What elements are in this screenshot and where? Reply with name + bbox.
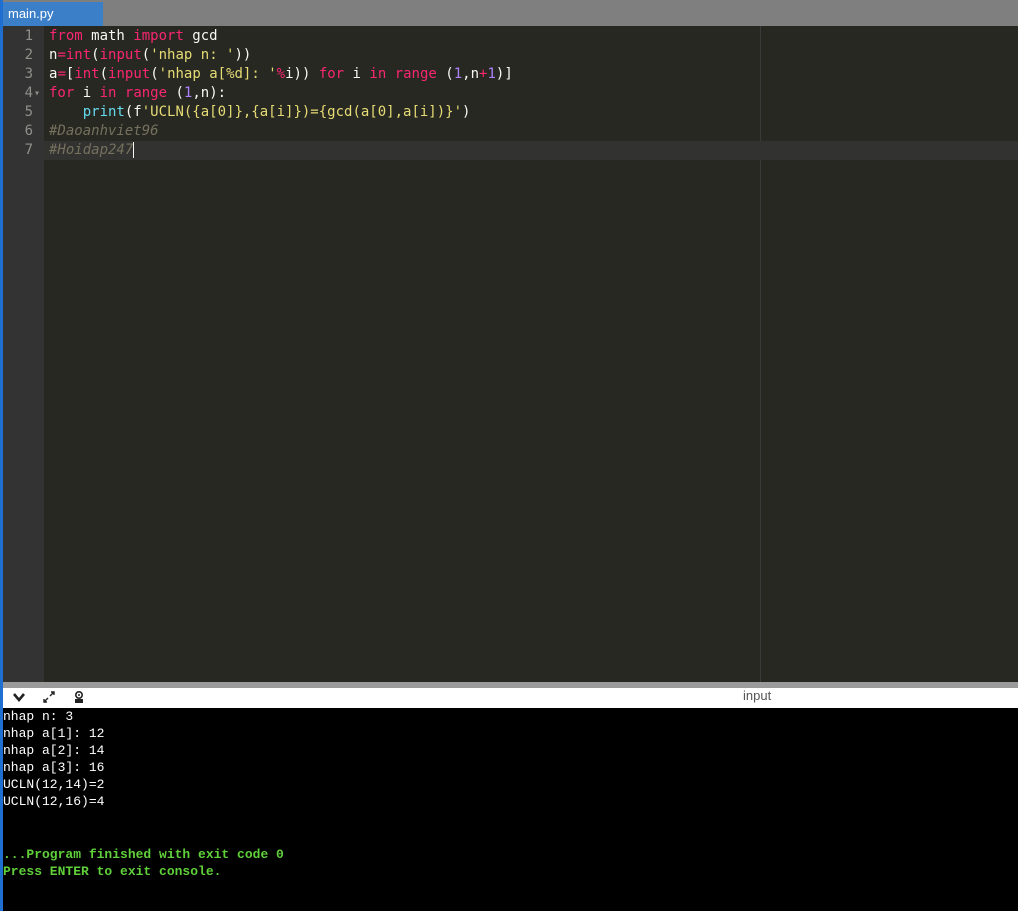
console-output-line: nhap a[3]: 16: [3, 760, 105, 775]
console-output-line: nhap a[1]: 12: [3, 726, 105, 741]
code-token: #Hoidap247: [49, 142, 134, 158]
console-status-line: ...Program finished with exit code 0: [3, 847, 284, 862]
code-token: input: [99, 47, 142, 63]
code-token: range: [394, 66, 437, 82]
code-token: import: [133, 28, 184, 44]
line-number: 7: [24, 142, 33, 158]
code-token: (: [167, 85, 184, 101]
code-text: from math import gcd: [49, 27, 218, 46]
expand-icon[interactable]: [41, 690, 57, 706]
code-token: i)): [285, 66, 319, 82]
console-output-line: UCLN(12,14)=2: [3, 777, 105, 792]
code-token: =: [57, 47, 66, 63]
code-token: )]: [495, 66, 513, 82]
code-text: #Daoanhviet96: [49, 122, 159, 141]
code-text: for i in range (1,n):: [49, 84, 226, 103]
console-header: input: [3, 688, 1018, 708]
line-number: 3: [24, 66, 33, 82]
code-token: 'nhap n: ': [150, 47, 235, 63]
code-line[interactable]: 3 a=[int(input('nhap a[%d]: '%i)) for i i…: [3, 65, 1018, 84]
code-text: #Hoidap247: [49, 141, 135, 160]
code-token: #Daoanhviet96: [49, 123, 159, 139]
code-token: ,n):: [192, 85, 227, 101]
tab-bar: main.py: [3, 0, 1018, 26]
code-token: input: [108, 66, 151, 82]
code-token: (: [91, 47, 100, 63]
code-token: )): [234, 47, 252, 63]
text-cursor: [133, 142, 135, 158]
line-number: 6: [24, 123, 33, 139]
code-text: n=int(input('nhap n: ')): [49, 46, 251, 65]
code-line[interactable]: 1 from math import gcd: [3, 27, 1018, 46]
right-edge: [1018, 0, 1024, 911]
code-token: from: [49, 28, 83, 44]
fold-toggle-icon[interactable]: ▾: [34, 84, 40, 103]
code-token: math: [82, 28, 134, 44]
code-token: int: [74, 66, 100, 82]
code-token: gcd: [183, 28, 218, 44]
code-text: a=[int(input('nhap a[%d]: '%i)) for i in…: [49, 65, 513, 84]
code-token: range: [124, 85, 168, 101]
code-token: i: [74, 85, 100, 101]
code-token: print: [82, 104, 125, 120]
line-number: 5: [24, 104, 33, 120]
code-token: 1: [487, 66, 496, 82]
code-token: for: [318, 66, 345, 82]
chevron-down-icon[interactable]: [11, 690, 27, 706]
code-token: (f: [124, 104, 142, 120]
code-line[interactable]: 2 n=int(input('nhap n: ')): [3, 46, 1018, 65]
code-token: (: [99, 66, 109, 82]
line-number: 1: [24, 28, 33, 44]
code-token: for: [49, 85, 75, 101]
code-line[interactable]: 5 print(f'UCLN({a[0]},{a[i]})={gcd(a[0],…: [3, 103, 1018, 122]
console-output-line: nhap a[2]: 14: [3, 743, 105, 758]
code-token: (: [150, 66, 159, 82]
code-token: (: [436, 66, 454, 82]
code-token: ,n: [462, 66, 480, 82]
code-line[interactable]: 4 ▾ for i in range (1,n):: [3, 84, 1018, 103]
code-text: print(f'UCLN({a[0]},{a[i]})={gcd(a[0],a[…: [49, 103, 471, 122]
settings-icon[interactable]: [71, 690, 87, 706]
code-token: ): [462, 104, 471, 120]
code-token: in: [99, 85, 117, 101]
code-editor[interactable]: 1 from math import gcd 2 n=int(input('nhap …: [3, 26, 1018, 682]
input-label: input: [743, 688, 772, 703]
code-line[interactable]: 7 #Hoidap247: [3, 141, 1018, 160]
line-number: 4: [24, 85, 33, 101]
code-token: i: [344, 66, 370, 82]
code-token: (: [141, 47, 151, 63]
code-token: in: [369, 66, 387, 82]
code-token: 1: [453, 66, 463, 82]
tab-main-py[interactable]: main.py: [3, 2, 103, 26]
code-line[interactable]: 6 #Daoanhviet96: [3, 122, 1018, 141]
code-token: %: [276, 66, 286, 82]
console-output-line: UCLN(12,16)=4: [3, 794, 105, 809]
code-token: int: [65, 47, 92, 63]
console-status-line: Press ENTER to exit console.: [3, 864, 222, 879]
code-token: 'nhap a[%d]: ': [158, 66, 277, 82]
line-number: 2: [24, 47, 33, 63]
code-token: 'UCLN({a[0]},{a[i]})={gcd(a[0],a[i])}': [141, 104, 463, 120]
output-console[interactable]: nhap n: 3 nhap a[1]: 12 nhap a[2]: 14 nhap …: [3, 708, 1018, 911]
console-output-line: nhap n: 3: [3, 709, 74, 724]
code-token: =: [57, 66, 66, 82]
